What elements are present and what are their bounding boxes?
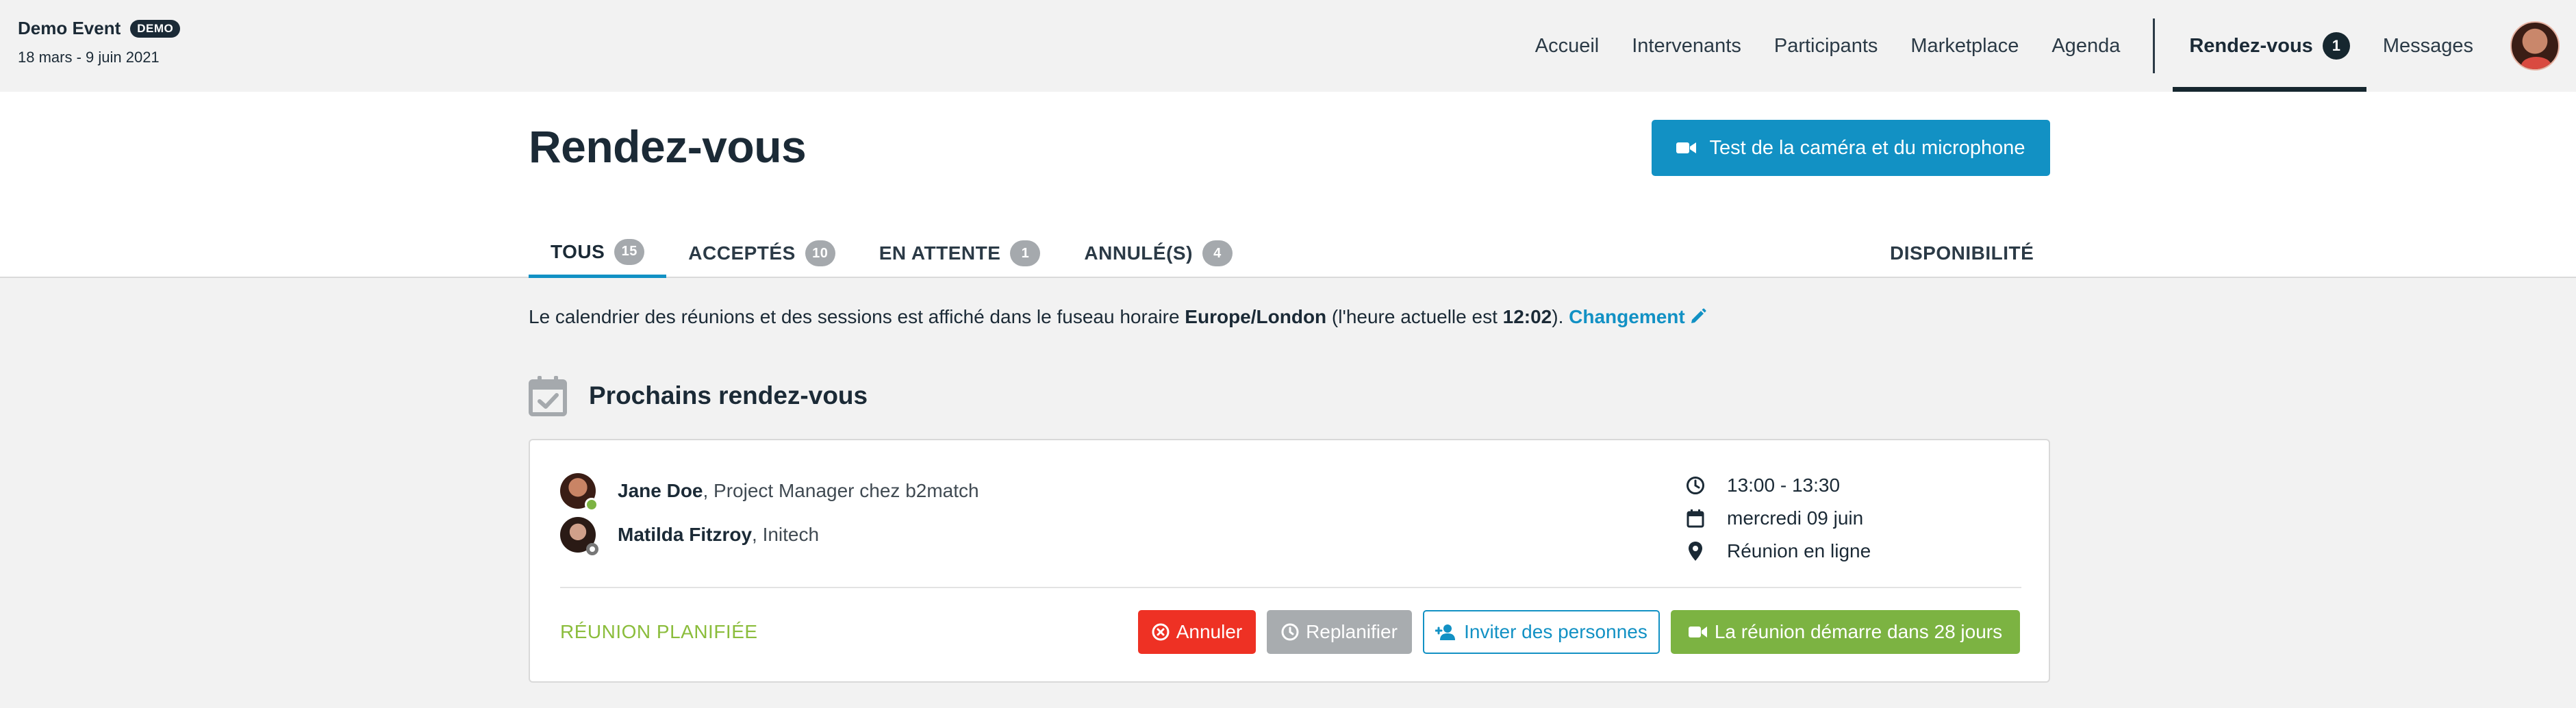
tab-annules[interactable]: ANNULÉ(S) 4 (1062, 229, 1254, 278)
timezone-prefix: Le calendrier des réunions et des sessio… (529, 306, 1185, 327)
cancel-button[interactable]: Annuler (1138, 610, 1256, 654)
meeting-time: 13:00 - 13:30 (1684, 469, 1871, 502)
participant-info: Jane Doe, Project Manager chez b2match (618, 480, 979, 502)
participant-info: Matilda Fitzroy, Initech (618, 524, 819, 546)
event-dates: 18 mars - 9 juin 2021 (18, 49, 160, 66)
meeting-actions: Annuler Replanifier Inviter des personne… (1127, 610, 2020, 654)
join-meeting-button[interactable]: La réunion démarre dans 28 jours (1671, 610, 2020, 654)
pencil-icon (1689, 307, 1707, 330)
nav-divider (2153, 18, 2156, 73)
offline-status-dot (586, 543, 598, 555)
nav-item-messages[interactable]: Messages (2366, 0, 2490, 92)
camera-test-button[interactable]: Test de la caméra et du microphone (1652, 120, 2050, 176)
video-camera-icon (1688, 625, 1708, 639)
nav-item-agenda[interactable]: Agenda (2035, 0, 2136, 92)
participant-row[interactable]: Matilda Fitzroy, Initech (560, 517, 819, 555)
nav-item-intervenants[interactable]: Intervenants (1615, 0, 1758, 92)
card-divider (560, 587, 2021, 588)
timezone-suffix: ). (1552, 306, 1569, 327)
reschedule-label: Replanifier (1306, 621, 1398, 642)
event-brand[interactable]: Demo Event DEMO 18 mars - 9 juin 2021 (18, 18, 181, 66)
nav-item-participants[interactable]: Participants (1758, 0, 1895, 92)
cancel-circle-icon (1152, 623, 1170, 641)
page-header: Rendez-vous Test de la caméra et du micr… (0, 92, 2576, 278)
invite-label: Inviter des personnes (1464, 621, 1647, 642)
tab-acceptes[interactable]: ACCEPTÉS 10 (666, 229, 857, 278)
map-pin-icon (1684, 541, 1706, 561)
event-title: Demo Event (18, 18, 121, 38)
tab-label: ACCEPTÉS (688, 242, 796, 264)
meeting-status-label: RÉUNION PLANIFIÉE (560, 621, 758, 642)
calendar-check-icon (529, 375, 567, 416)
nav-item-label: Rendez-vous (2189, 34, 2313, 57)
tab-tous[interactable]: TOUS 15 (529, 229, 667, 278)
meeting-card: Jane Doe, Project Manager chez b2match M… (529, 439, 2050, 683)
add-user-icon (1435, 624, 1457, 640)
notification-count-badge: 1 (2322, 32, 2350, 60)
change-timezone-label: Changement (1569, 306, 1685, 327)
reschedule-button[interactable]: Replanifier (1267, 610, 1412, 654)
participant-detail: , Initech (752, 524, 820, 545)
timezone-middle: (l'heure actuelle est (1326, 306, 1503, 327)
tab-count-badge: 10 (805, 240, 835, 266)
nav-item-accueil[interactable]: Accueil (1519, 0, 1616, 92)
meeting-location-text: Réunion en ligne (1727, 540, 1871, 561)
avatar (560, 517, 598, 555)
meeting-date: mercredi 09 juin (1684, 502, 1871, 535)
clock-icon (1684, 476, 1706, 495)
timezone-note: Le calendrier des réunions et des sessio… (529, 306, 1707, 330)
tab-label: TOUS (551, 240, 605, 262)
appointment-tabs: TOUS 15 ACCEPTÉS 10 EN ATTENTE 1 ANNULÉ(… (529, 229, 1254, 278)
meeting-details: 13:00 - 13:30 mercredi 09 juin Réunion e… (1684, 469, 1871, 568)
meeting-time-text: 13:00 - 13:30 (1727, 475, 1841, 496)
camera-test-label: Test de la caméra et du microphone (1709, 136, 2025, 159)
tab-label: ANNULÉ(S) (1084, 242, 1193, 264)
upcoming-section-header: Prochains rendez-vous (529, 375, 868, 416)
calendar-icon (1684, 509, 1706, 528)
section-title: Prochains rendez-vous (589, 381, 868, 409)
top-header: Demo Event DEMO 18 mars - 9 juin 2021 Ac… (0, 0, 2576, 92)
participant-name: Matilda Fitzroy (618, 524, 753, 545)
online-status-dot (585, 498, 598, 511)
current-time: 12:02 (1502, 306, 1552, 327)
join-meeting-label: La réunion démarre dans 28 jours (1714, 621, 2003, 642)
tab-label: EN ATTENTE (879, 242, 1001, 264)
participant-row[interactable]: Jane Doe, Project Manager chez b2match (560, 473, 979, 511)
main-nav: Accueil Intervenants Participants Market… (1519, 0, 2576, 92)
meeting-date-text: mercredi 09 juin (1727, 507, 1864, 529)
tab-count-badge: 1 (1010, 240, 1041, 266)
invite-people-button[interactable]: Inviter des personnes (1423, 610, 1660, 654)
participant-detail: , Project Manager chez b2match (703, 480, 979, 501)
nav-item-rendez-vous[interactable]: Rendez-vous 1 (2173, 0, 2366, 92)
change-timezone-link[interactable]: Changement (1569, 306, 1707, 327)
page-title: Rendez-vous (529, 121, 807, 172)
availability-link[interactable]: DISPONIBILITÉ (1890, 229, 2034, 278)
tab-en-attente[interactable]: EN ATTENTE 1 (857, 229, 1063, 278)
clock-icon (1281, 623, 1299, 641)
tab-count-badge: 4 (1202, 240, 1233, 266)
timezone-name: Europe/London (1185, 306, 1327, 327)
video-camera-icon (1676, 141, 1697, 155)
participant-name: Jane Doe (618, 480, 703, 501)
tab-count-badge: 15 (614, 238, 645, 265)
user-avatar[interactable] (2510, 21, 2560, 71)
cancel-label: Annuler (1176, 621, 1243, 642)
nav-item-marketplace[interactable]: Marketplace (1894, 0, 2035, 92)
demo-badge: DEMO (130, 19, 181, 38)
avatar (560, 473, 598, 511)
meeting-location: Réunion en ligne (1684, 535, 1871, 568)
